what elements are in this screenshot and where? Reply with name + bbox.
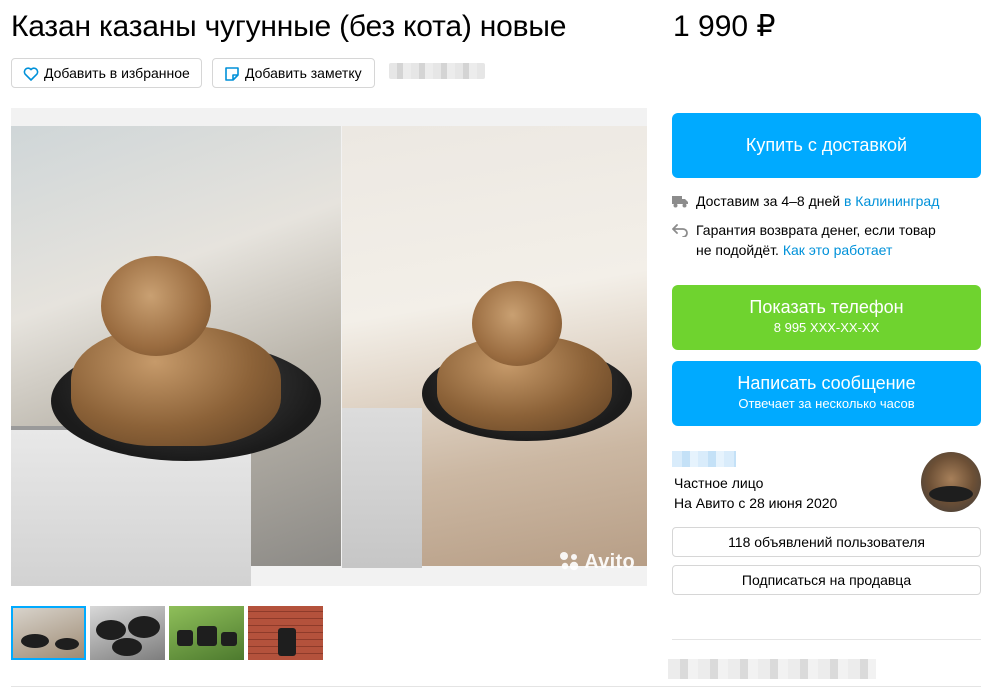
write-message-button[interactable]: Написать сообщение Отвечает за несколько… — [672, 361, 981, 426]
thumbnail-3[interactable] — [169, 606, 244, 660]
listing-price: 1 990 ₽ — [673, 10, 776, 43]
sidebar-divider — [672, 639, 981, 640]
note-icon — [225, 67, 239, 81]
write-message-label: Написать сообщение — [737, 373, 916, 393]
seller-ads-button[interactable]: 118 объявлений пользователя — [672, 527, 981, 557]
watermark-text: Avito — [584, 551, 635, 573]
thumbnail-4-stove — [278, 628, 296, 656]
seller-type: Частное лицо — [674, 475, 764, 491]
cat-left-head — [101, 256, 211, 356]
show-phone-button[interactable]: Показать телефон 8 995 XXX-XX-XX — [672, 285, 981, 350]
thumbnail-2-pan-2 — [128, 616, 160, 638]
how-it-works-link[interactable]: Как это работает — [783, 242, 893, 258]
stove-right — [342, 408, 422, 568]
main-photo[interactable]: Avito — [11, 108, 647, 586]
blurred-seller-name[interactable] — [672, 451, 736, 467]
delivery-text: Доставим за 4–8 дней — [696, 193, 844, 209]
blurred-views-counter — [389, 63, 485, 79]
thumbnail-2[interactable] — [90, 606, 165, 660]
seller-since: На Авито с 28 июня 2020 — [674, 495, 838, 511]
guarantee-line-1: Гарантия возврата денег, если товар — [696, 222, 936, 238]
truck-icon — [672, 196, 688, 208]
photo-left-half — [11, 126, 341, 586]
add-to-favorites-label: Добавить в избранное — [44, 65, 190, 81]
delivery-info: Доставим за 4–8 дней в Калининград — [672, 191, 981, 211]
thumbnail-2-pan-3 — [112, 638, 142, 656]
thumbnail-3-pan — [177, 630, 193, 646]
return-arrow-icon — [672, 224, 688, 237]
guarantee-line-2: не подойдёт. — [696, 242, 783, 258]
blurred-bottom-text — [668, 659, 876, 679]
seller-avatar[interactable] — [921, 452, 981, 512]
response-time-note: Отвечает за несколько часов — [738, 396, 915, 411]
thumbnail-1-pan — [21, 634, 49, 648]
buy-with-delivery-button[interactable]: Купить с доставкой — [672, 113, 981, 178]
thumbnail-1[interactable] — [11, 606, 86, 660]
add-note-button[interactable]: Добавить заметку — [212, 58, 375, 88]
heart-icon — [23, 67, 39, 81]
avito-logo-icon — [560, 552, 579, 571]
listing-title: Казан казаны чугунные (без кота) новые — [11, 10, 567, 43]
avatar-pan — [929, 486, 973, 502]
show-phone-label: Показать телефон — [749, 297, 904, 317]
content-divider — [11, 686, 981, 687]
guarantee-info: Гарантия возврата денег, если товар не п… — [672, 220, 981, 260]
thumbnail-3-pan-2 — [197, 626, 217, 646]
thumbnail-3-pan-3 — [221, 632, 237, 646]
thumbnail-4[interactable] — [248, 606, 323, 660]
add-to-favorites-button[interactable]: Добавить в избранное — [11, 58, 202, 88]
avito-watermark: Avito — [558, 550, 635, 574]
cat-right-head — [472, 281, 562, 366]
thumbnail-2-pan — [96, 620, 126, 640]
delivery-city-link[interactable]: в Калининград — [844, 193, 939, 209]
thumbnail-1-pan-2 — [55, 638, 79, 650]
subscribe-seller-button[interactable]: Подписаться на продавца — [672, 565, 981, 595]
add-note-label: Добавить заметку — [245, 65, 362, 81]
phone-number-masked: 8 995 XXX-XX-XX — [773, 320, 880, 335]
